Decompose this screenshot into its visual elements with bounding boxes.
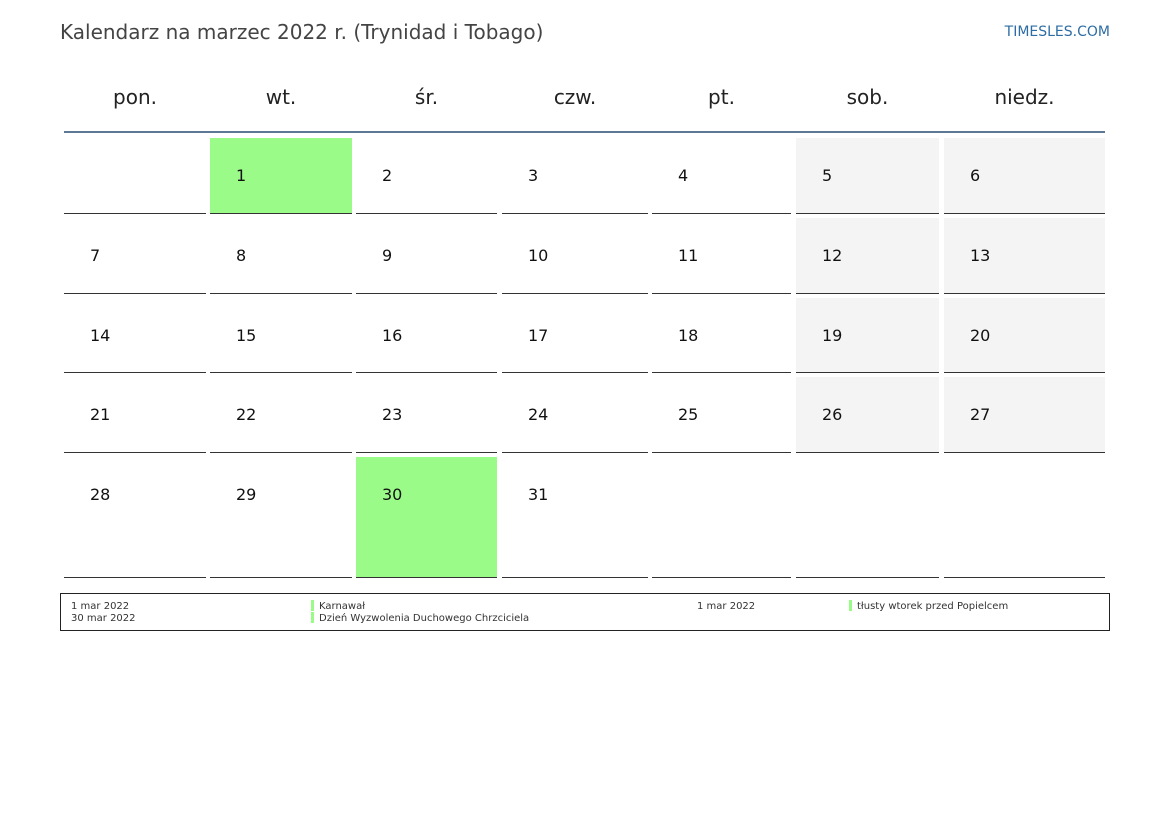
header-rule xyxy=(64,131,1105,133)
weekday-header-wed: śr. xyxy=(414,85,439,109)
weekday-header-tue: wt. xyxy=(265,85,297,109)
legend-date-3: 1 mar 2022 xyxy=(697,601,756,612)
day-number: 30 xyxy=(382,485,403,504)
day-cell-5: 5 xyxy=(796,138,939,214)
day-cell-27: 27 xyxy=(944,377,1105,453)
day-number: 16 xyxy=(382,326,403,345)
day-cell-21: 21 xyxy=(64,377,206,453)
day-number: 15 xyxy=(236,326,257,345)
legend-marker-3 xyxy=(849,600,852,611)
day-number: 6 xyxy=(970,166,981,185)
day-cell-31: 31 xyxy=(502,457,648,578)
day-number: 12 xyxy=(822,246,843,265)
day-cell-14: 14 xyxy=(64,298,206,373)
day-cell-10: 10 xyxy=(502,218,648,294)
legend-marker-1 xyxy=(311,600,314,611)
day-cell-11: 11 xyxy=(652,218,791,294)
day-cell-3: 3 xyxy=(502,138,648,214)
day-cell-19: 19 xyxy=(796,298,939,373)
empty-day-cell xyxy=(652,457,791,578)
day-number: 5 xyxy=(822,166,833,185)
day-cell-28: 28 xyxy=(64,457,206,578)
day-cell-24: 24 xyxy=(502,377,648,453)
day-cell-8: 8 xyxy=(210,218,352,294)
day-number: 24 xyxy=(528,405,549,424)
day-cell-12: 12 xyxy=(796,218,939,294)
legend-name-1: Karnawał xyxy=(319,601,366,612)
day-number: 9 xyxy=(382,246,393,265)
day-number: 31 xyxy=(528,485,549,504)
site-link[interactable]: TIMESLES.COM xyxy=(1005,24,1110,40)
day-number: 13 xyxy=(970,246,991,265)
day-number: 1 xyxy=(236,166,247,185)
day-cell-2: 2 xyxy=(356,138,497,214)
legend-date-1: 1 mar 2022 xyxy=(71,601,130,612)
day-cell-17: 17 xyxy=(502,298,648,373)
holiday-legend: 1 mar 2022 Karnawał 30 mar 2022 Dzień Wy… xyxy=(60,593,1110,631)
empty-day-cell xyxy=(796,457,939,578)
empty-day-cell xyxy=(944,457,1105,578)
weekday-header-sat: sob. xyxy=(846,85,889,109)
day-number: 28 xyxy=(90,485,111,504)
day-cell-26: 26 xyxy=(796,377,939,453)
page-title: Kalendarz na marzec 2022 r. (Trynidad i … xyxy=(60,20,544,44)
day-number: 26 xyxy=(822,405,843,424)
empty-day-cell xyxy=(64,138,206,214)
weekday-header-sun: niedz. xyxy=(994,85,1055,109)
day-number: 17 xyxy=(528,326,549,345)
day-cell-29: 29 xyxy=(210,457,352,578)
legend-name-2: Dzień Wyzwolenia Duchowego Chrzciciela xyxy=(319,613,530,624)
day-cell-20: 20 xyxy=(944,298,1105,373)
day-cell-7: 7 xyxy=(64,218,206,294)
day-cell-22: 22 xyxy=(210,377,352,453)
day-number: 22 xyxy=(236,405,257,424)
day-cell-30: 30 xyxy=(356,457,497,578)
day-number: 2 xyxy=(382,166,393,185)
day-cell-6: 6 xyxy=(944,138,1105,214)
weekday-header-thu: czw. xyxy=(553,85,597,109)
day-number: 7 xyxy=(90,246,101,265)
day-number: 23 xyxy=(382,405,403,424)
day-cell-18: 18 xyxy=(652,298,791,373)
day-number: 29 xyxy=(236,485,257,504)
day-cell-15: 15 xyxy=(210,298,352,373)
day-number: 18 xyxy=(678,326,699,345)
day-number: 8 xyxy=(236,246,247,265)
day-cell-16: 16 xyxy=(356,298,497,373)
legend-name-3: tłusty wtorek przed Popielcem xyxy=(857,601,1009,612)
day-number: 19 xyxy=(822,326,843,345)
day-number: 10 xyxy=(528,246,549,265)
day-number: 4 xyxy=(678,166,689,185)
day-number: 11 xyxy=(678,246,699,265)
day-cell-4: 4 xyxy=(652,138,791,214)
day-number: 21 xyxy=(90,405,111,424)
day-cell-1: 1 xyxy=(210,138,352,214)
day-number: 20 xyxy=(970,326,991,345)
legend-date-2: 30 mar 2022 xyxy=(71,613,136,624)
day-number: 14 xyxy=(90,326,111,345)
day-number: 27 xyxy=(970,405,991,424)
day-cell-25: 25 xyxy=(652,377,791,453)
day-number: 25 xyxy=(678,405,699,424)
day-cell-23: 23 xyxy=(356,377,497,453)
day-cell-9: 9 xyxy=(356,218,497,294)
weekday-header-fri: pt. xyxy=(708,85,735,109)
day-number: 3 xyxy=(528,166,539,185)
day-cell-13: 13 xyxy=(944,218,1105,294)
legend-marker-2 xyxy=(311,612,314,623)
weekday-header-mon: pon. xyxy=(113,85,157,109)
